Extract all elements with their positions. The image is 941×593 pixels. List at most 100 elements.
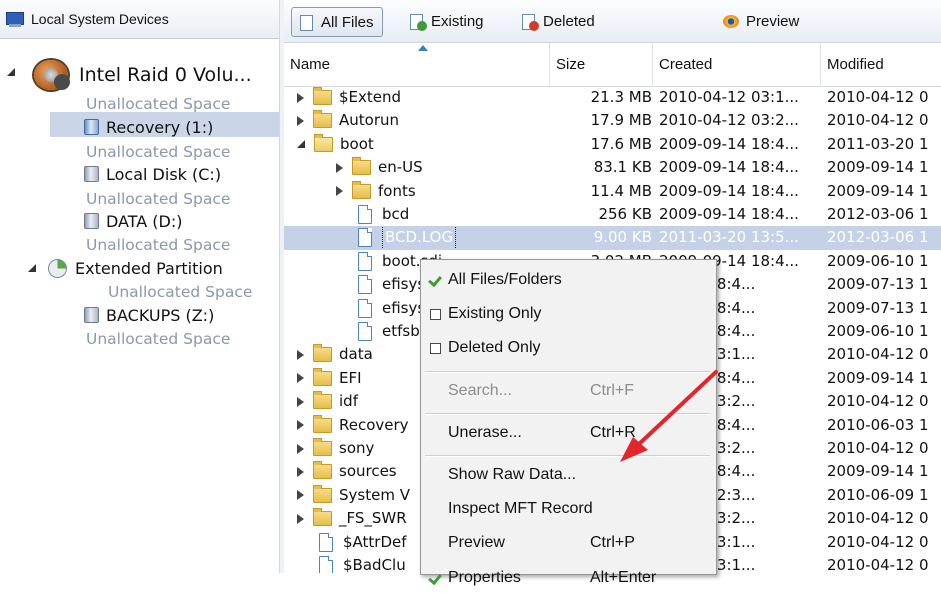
file-created-cell: 2011-03-20 13:5... bbox=[659, 228, 799, 247]
file-row[interactable]: $Extend 21.3 MB 2010-04-12 03:1... 2010-04-… bbox=[284, 86, 941, 109]
file-row[interactable]: bcd 256 KB 2009-09-14 18:4... 2012-03-06 1 bbox=[284, 203, 941, 226]
menu-item-label: Show Raw Data... bbox=[448, 466, 577, 483]
file-name-cell: $Extend bbox=[297, 86, 556, 109]
file-name-cell: bcd bbox=[336, 203, 556, 226]
collapse-arrow-icon[interactable] bbox=[336, 186, 343, 197]
collapse-arrow-icon[interactable] bbox=[297, 373, 304, 384]
collapse-arrow-icon[interactable] bbox=[336, 162, 343, 173]
file-row[interactable]: boot 17.6 MB 2009-09-14 18:4... 2011-03-20 … bbox=[284, 133, 941, 156]
tree-item-volume-selected[interactable]: Recovery (1:) bbox=[84, 116, 213, 138]
menu-item-unerase[interactable]: Unerase... Ctrl+R bbox=[421, 418, 714, 448]
file-modified-cell: 2010-04-12 0 bbox=[827, 532, 929, 551]
file-row-selected[interactable]: BCD.LOG 9.00 KB 2011-03-20 13:5... 2012-03-… bbox=[284, 226, 941, 250]
file-icon bbox=[358, 298, 372, 318]
expand-arrow-icon[interactable] bbox=[297, 140, 305, 149]
file-created-cell: 2010-04-12 03:1... bbox=[659, 88, 799, 106]
file-row[interactable]: Autorun 17.9 MB 2010-04-12 03:2... 2010-04-… bbox=[284, 109, 941, 132]
volume-icon bbox=[84, 307, 99, 323]
deleted-button[interactable]: Deleted bbox=[520, 7, 595, 35]
tree-item-unallocated[interactable]: Unallocated Space bbox=[86, 234, 230, 256]
preview-label: Preview bbox=[746, 12, 800, 30]
menu-item-inspect-mft-record[interactable]: Inspect MFT Record bbox=[421, 494, 714, 524]
computer-icon bbox=[5, 11, 25, 27]
file-modified-cell: 2009-09-14 1 bbox=[827, 158, 929, 177]
existing-button[interactable]: Existing bbox=[408, 7, 484, 35]
tree-item-label: Unallocated Space bbox=[108, 283, 253, 301]
menu-item-search: Search... Ctrl+F bbox=[421, 376, 714, 406]
column-header-modified[interactable]: Modified bbox=[821, 43, 941, 86]
collapse-arrow-icon[interactable] bbox=[297, 490, 304, 501]
file-icon bbox=[358, 205, 372, 224]
collapse-arrow-icon[interactable] bbox=[297, 92, 304, 103]
menu-item-preview[interactable]: Preview Ctrl+P bbox=[421, 528, 714, 558]
file-name: boot bbox=[340, 134, 374, 153]
file-row[interactable]: en-US 83.1 KB 2009-09-14 18:4... 2009-09-14… bbox=[284, 156, 941, 179]
device-tree-header[interactable]: Local System Devices bbox=[0, 0, 279, 39]
menu-item-show-raw-data[interactable]: Show Raw Data... bbox=[421, 460, 714, 490]
tree-item-extended-partition[interactable]: Extended Partition bbox=[28, 257, 223, 279]
preview-icon bbox=[723, 13, 740, 30]
menu-separator bbox=[425, 370, 710, 373]
menu-item-shortcut: Alt+Enter bbox=[590, 568, 657, 586]
column-header-name-label: Name bbox=[290, 56, 331, 73]
volume-icon bbox=[84, 213, 99, 229]
tree-item-unallocated[interactable]: Unallocated Space bbox=[86, 141, 230, 163]
collapse-arrow-icon[interactable] bbox=[297, 115, 304, 126]
column-header-row: Name Size Created Modified bbox=[284, 43, 941, 87]
expand-arrow-icon[interactable] bbox=[28, 264, 36, 272]
tree-item-unallocated[interactable]: Unallocated Space bbox=[108, 281, 252, 303]
collapse-arrow-icon[interactable] bbox=[297, 349, 304, 360]
volume-icon bbox=[84, 166, 99, 182]
deleted-files-icon bbox=[520, 13, 539, 31]
collapse-arrow-icon[interactable] bbox=[297, 396, 304, 407]
folder-icon bbox=[313, 367, 332, 386]
disk-expander[interactable] bbox=[7, 68, 15, 76]
tree-item-unallocated[interactable]: Unallocated Space bbox=[86, 328, 230, 350]
file-name: $Extend bbox=[339, 88, 402, 106]
file-name-cell: en-US bbox=[336, 156, 556, 179]
tree-item-unallocated[interactable]: Unallocated Space bbox=[86, 93, 230, 115]
file-modified-cell: 2012-03-06 1 bbox=[827, 205, 929, 223]
collapse-arrow-icon[interactable] bbox=[297, 420, 304, 431]
file-modified-cell: 2011-03-20 1 bbox=[827, 134, 929, 153]
file-row[interactable]: fonts 11.4 MB 2009-09-14 18:4... 2009-09-14… bbox=[284, 180, 941, 203]
disk-node-label[interactable]: Intel Raid 0 Volu... bbox=[79, 60, 252, 90]
column-header-created-label: Created bbox=[659, 56, 713, 73]
tree-item-unallocated[interactable]: Unallocated Space bbox=[86, 188, 230, 210]
folder-icon bbox=[313, 461, 332, 480]
menu-item-label: Deleted Only bbox=[448, 339, 541, 357]
file-name: sony bbox=[339, 439, 375, 457]
menu-item-deleted-only[interactable]: Deleted Only bbox=[421, 333, 714, 363]
file-created-cell: 2009-09-14 18:4... bbox=[659, 158, 799, 177]
collapse-arrow-icon[interactable] bbox=[297, 513, 304, 524]
collapse-arrow-icon[interactable] bbox=[297, 443, 304, 454]
menu-item-label: All Files/Folders bbox=[448, 271, 562, 288]
collapse-arrow-icon[interactable] bbox=[297, 466, 304, 477]
all-files-button[interactable]: All Files bbox=[291, 7, 383, 37]
file-name: efisys bbox=[382, 298, 426, 317]
file-icon bbox=[358, 251, 372, 271]
column-header-size[interactable]: Size bbox=[550, 43, 653, 86]
file-name: _FS_SWR bbox=[339, 509, 407, 528]
menu-item-all-files-folders[interactable]: All Files/Folders bbox=[421, 265, 714, 295]
file-modified-cell: 2009-07-13 1 bbox=[827, 275, 929, 294]
tree-item-label: DATA (D:) bbox=[106, 211, 183, 231]
folder-icon bbox=[313, 87, 332, 105]
file-icon bbox=[319, 556, 333, 573]
file-icon bbox=[358, 322, 372, 341]
file-created-cell: 2010-04-12 03:2... bbox=[659, 111, 799, 130]
column-header-name[interactable]: Name bbox=[284, 43, 550, 86]
preview-button[interactable]: Preview bbox=[723, 7, 799, 35]
file-size-cell: 256 KB bbox=[598, 205, 652, 223]
menu-item-existing-only[interactable]: Existing Only bbox=[421, 299, 714, 329]
column-header-created[interactable]: Created bbox=[653, 43, 821, 86]
menu-item-label: Inspect MFT Record bbox=[448, 500, 593, 518]
file-name: EFI bbox=[339, 368, 362, 387]
menu-item-properties[interactable]: Properties Alt+Enter bbox=[421, 563, 714, 593]
tree-item-volume[interactable]: Local Disk (C:) bbox=[84, 163, 221, 185]
file-name: BCD.LOG bbox=[382, 226, 457, 250]
tree-item-volume[interactable]: DATA (D:) bbox=[84, 210, 183, 232]
file-name: Autorun bbox=[339, 111, 400, 130]
file-name: $BadClu bbox=[343, 556, 406, 573]
tree-item-volume[interactable]: BACKUPS (Z:) bbox=[84, 304, 214, 326]
